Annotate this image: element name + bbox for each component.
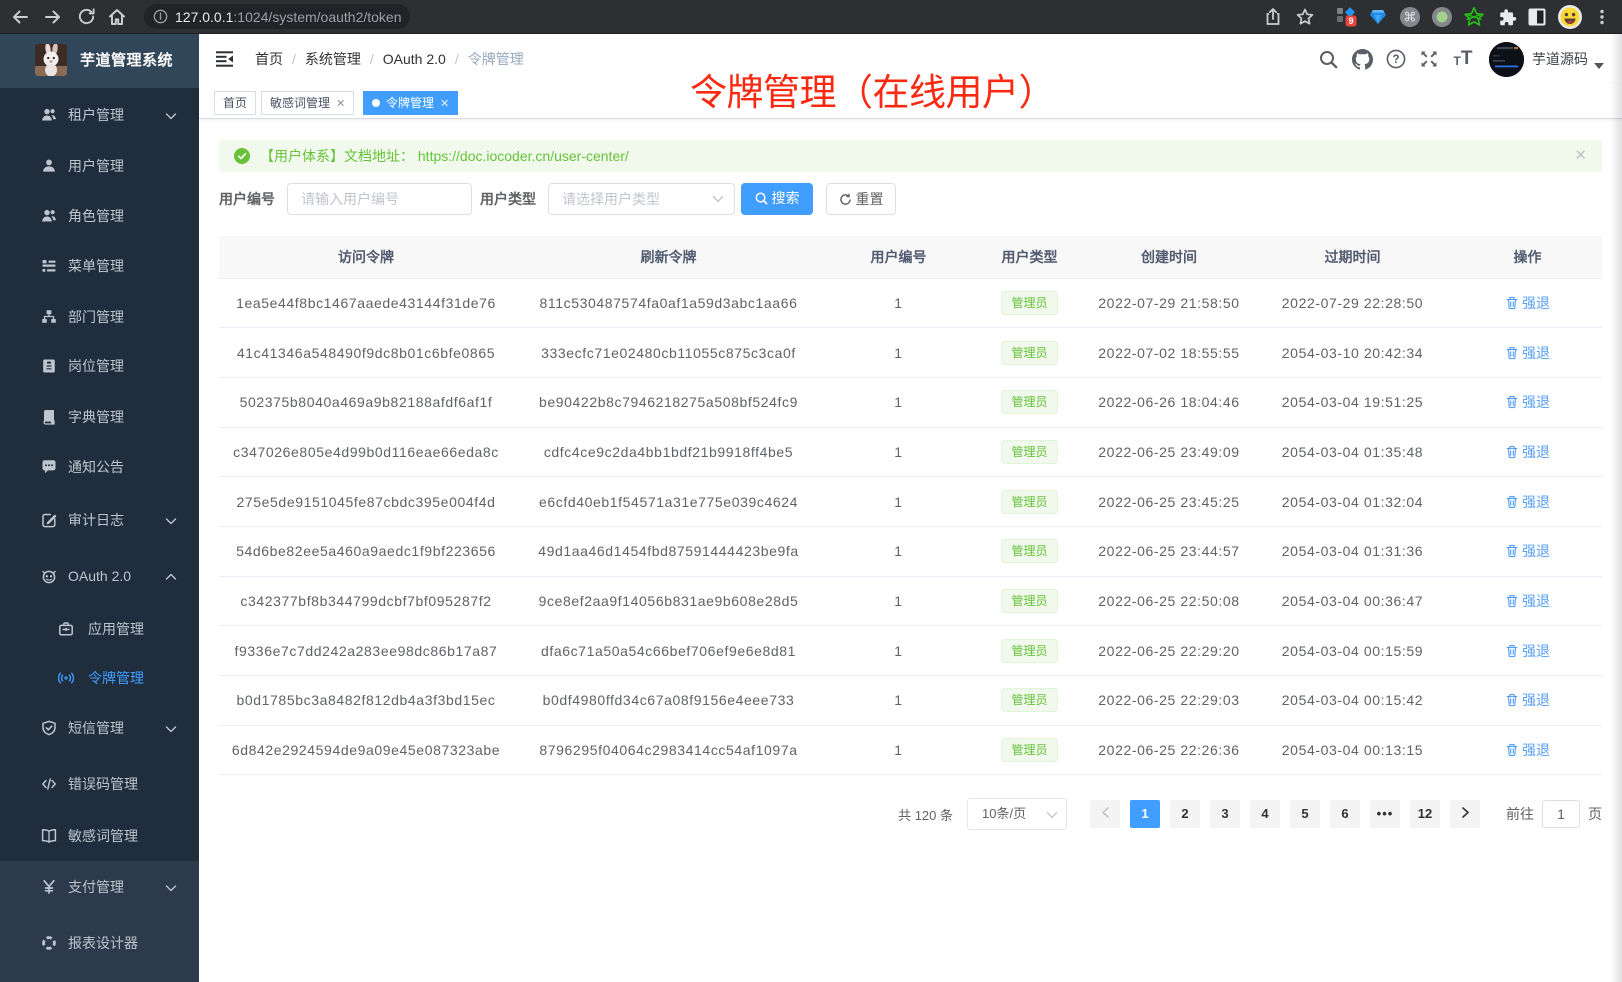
svg-text:⌘: ⌘	[1404, 9, 1417, 24]
svg-text:?: ?	[1392, 54, 1399, 66]
svg-text:9: 9	[1348, 16, 1353, 26]
